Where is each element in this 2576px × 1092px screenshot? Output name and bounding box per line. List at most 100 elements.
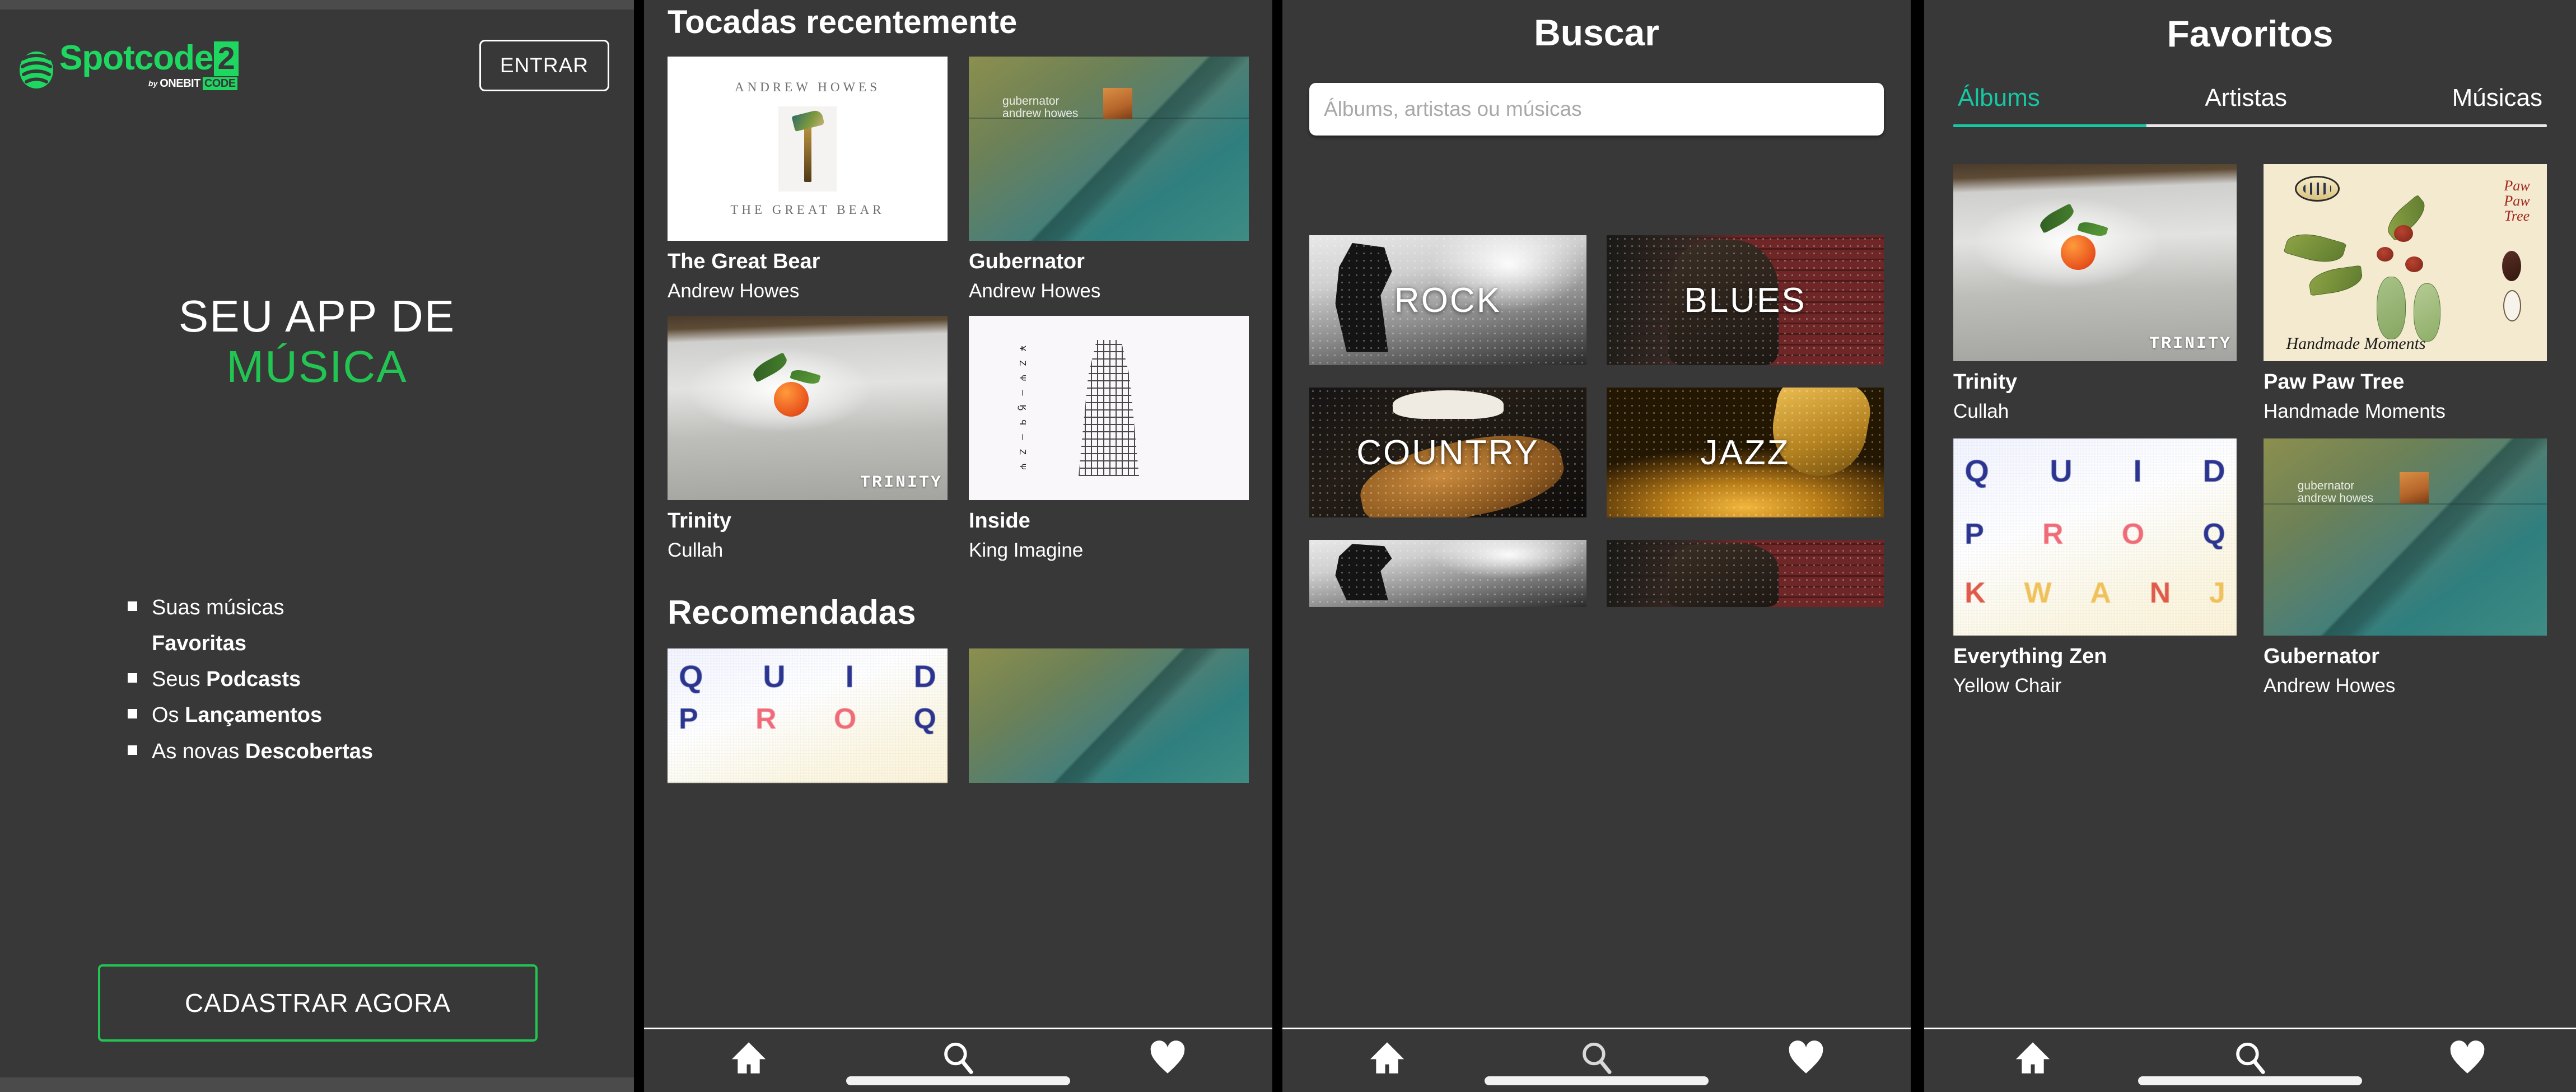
album-cover-gubernator: gubernator andrew howes	[2264, 438, 2547, 636]
cover-caption: gubernator andrew howes	[2297, 479, 2374, 505]
screenshot-stage: Spotcode 2 by ONEBIT CODE ENTRAR SEU APP…	[0, 0, 2576, 1092]
home-panel: Tocadas recentemente ANDREW HOWES THE GR…	[644, 0, 1272, 1092]
leaf-icon	[2284, 227, 2347, 269]
signup-button[interactable]: CADASTRAR AGORA	[98, 964, 538, 1042]
flower-icon	[2377, 246, 2394, 262]
cover-row: QUID	[679, 658, 936, 694]
cover-row: KWANJ	[1964, 577, 2225, 610]
album-title: Everything Zen	[1953, 645, 2107, 668]
section-title-recent: Tocadas recentemente	[668, 4, 1018, 40]
feature-label-2: Seus Podcasts	[152, 668, 301, 692]
list-item: Os Lançamentos	[128, 701, 600, 729]
feature-label-4: As novas Descobertas	[152, 739, 373, 763]
album-cover-paw-paw-tree: Paw Paw Tree Handmade Moments	[2264, 164, 2547, 361]
album-artist: Cullah	[1953, 400, 2009, 422]
favorites-tabs: Álbums Artistas Músicas	[1953, 84, 2547, 112]
home-icon[interactable]	[728, 1039, 769, 1076]
album-card[interactable]: TRINITY Trinity Cullah	[1953, 164, 2237, 423]
bottom-navbar	[644, 1028, 1272, 1092]
panel-divider	[1272, 0, 1282, 1092]
spotcode-logo-icon	[20, 51, 53, 88]
album-title: Gubernator	[2264, 645, 2379, 668]
album-card[interactable]: Paw Paw Tree Handmade Moments Paw Paw Tr…	[2264, 164, 2547, 423]
album-title: Trinity	[668, 509, 732, 533]
tab-songs[interactable]: Músicas	[2452, 84, 2542, 112]
feature-list: Suas músicas Favoritas Seus Podcasts Os …	[128, 594, 600, 773]
album-cover-gubernator: gubernator andrew howes	[969, 57, 1249, 241]
tab-albums[interactable]: Álbums	[1958, 84, 2040, 112]
cover-title-text: THE GREAT BEAR	[730, 203, 885, 217]
section-title-recommended: Recomendadas	[668, 594, 916, 631]
heart-icon[interactable]	[1785, 1039, 1827, 1076]
genre-tile-blues[interactable]: BLUES	[1607, 235, 1884, 365]
feature-label-3: Os Lançamentos	[152, 703, 323, 727]
home-indicator	[1485, 1076, 1709, 1085]
bullet-icon	[128, 709, 137, 719]
search-icon[interactable]	[2229, 1039, 2271, 1076]
flower-icon	[2393, 225, 2413, 242]
album-artist: Andrew Howes	[969, 280, 1101, 302]
search-icon[interactable]	[1576, 1039, 1617, 1076]
search-input[interactable]	[1324, 97, 1869, 121]
album-artist: Yellow Chair	[1953, 675, 2062, 697]
hero-heading: SEU APP DE MÚSICA	[0, 291, 634, 391]
album-card[interactable]	[969, 648, 1249, 783]
seed-illustration	[2502, 250, 2522, 281]
genre-tile-country[interactable]: COUNTRY	[1309, 388, 1586, 517]
logo-byline-code: CODE	[202, 77, 237, 90]
login-button[interactable]: ENTRAR	[479, 40, 609, 91]
heart-icon[interactable]	[1147, 1039, 1188, 1076]
album-card[interactable]: TRINITY Trinity Cullah	[668, 316, 948, 562]
album-artist: Andrew Howes	[668, 280, 800, 302]
heart-icon[interactable]	[2447, 1039, 2488, 1076]
cover-caption: gubernator andrew howes	[1002, 95, 1079, 120]
page-title-favorites: Favoritos	[2167, 13, 2334, 54]
bullet-icon	[128, 745, 137, 755]
album-card[interactable]: gubernator andrew howes Gubernator Andre…	[2264, 438, 2547, 697]
logo-version: 2	[214, 41, 239, 76]
genre-tile-rock[interactable]: ROCK	[1309, 235, 1586, 365]
page-title-search: Buscar	[1534, 12, 1659, 53]
favorites-grid: TRINITY Trinity Cullah Paw Paw Tree Hand…	[1953, 164, 2547, 697]
bottom-navbar	[1282, 1028, 1911, 1092]
home-icon[interactable]	[2012, 1039, 2054, 1076]
bullet-icon	[128, 601, 137, 611]
hero-line-2: MÚSICA	[226, 341, 408, 391]
fruit-illustration	[2414, 283, 2441, 342]
list-item: Suas músicas	[128, 594, 600, 622]
tower-illustration	[1079, 339, 1139, 477]
tab-artists[interactable]: Artistas	[2205, 84, 2287, 112]
album-card[interactable]: gubernator andrew howes Gubernator Andre…	[969, 57, 1249, 302]
genre-tile-partial-2[interactable]	[1607, 540, 1884, 607]
album-title: Paw Paw Tree	[2264, 370, 2405, 394]
genre-grid: ROCK BLUES COUNTRY JAZZ	[1309, 235, 1884, 607]
logo-byline-prefix: by	[148, 79, 158, 88]
cover-thumb	[778, 106, 837, 192]
list-item: As novas Descobertas	[128, 738, 600, 766]
album-cover-trinity: TRINITY	[1953, 164, 2237, 361]
cover-row: QUID	[1964, 452, 2225, 488]
search-icon[interactable]	[937, 1039, 979, 1076]
genre-tile-jazz[interactable]: JAZZ	[1607, 388, 1884, 517]
album-card[interactable]: QUID PROQ	[668, 648, 948, 783]
halftone-overlay	[1607, 540, 1884, 607]
genre-tile-partial-1[interactable]	[1309, 540, 1586, 607]
album-card[interactable]: ANDREW HOWES THE GREAT BEAR The Great Be…	[668, 57, 948, 302]
landing-header: Spotcode 2 by ONEBIT CODE ENTRAR	[0, 35, 634, 96]
album-card[interactable]: ¥ Z Ψ ─ Ӄ Ϥ ─ Z Ψ Inside King Imagine	[969, 316, 1249, 562]
favorites-panel: Favoritos Álbums Artistas Músicas TRINIT…	[1924, 0, 2576, 1092]
album-artist: Cullah	[668, 539, 724, 561]
cover-glyphs: ¥ Z Ψ ─ Ӄ Ϥ ─ Z Ψ	[1016, 345, 1028, 472]
album-cover-trinity: TRINITY	[668, 316, 948, 500]
bullet-icon	[128, 673, 137, 683]
hero-line-1: SEU APP DE	[178, 291, 456, 341]
search-panel: Buscar ROCK BLUES COUNTRY	[1282, 0, 1911, 1092]
home-icon[interactable]	[1366, 1039, 1408, 1076]
search-field[interactable]	[1309, 83, 1884, 136]
album-cover-the-great-bear: ANDREW HOWES THE GREAT BEAR	[668, 57, 948, 241]
halftone-overlay	[1309, 540, 1586, 607]
album-title: Inside	[969, 509, 1030, 533]
logo-wordmark: Spotcode	[59, 39, 213, 78]
album-card[interactable]: QUID PROQ KWANJ Everything Zen Yellow Ch…	[1953, 438, 2237, 697]
album-cover-everything-zen: QUID PROQ KWANJ	[1953, 438, 2237, 636]
